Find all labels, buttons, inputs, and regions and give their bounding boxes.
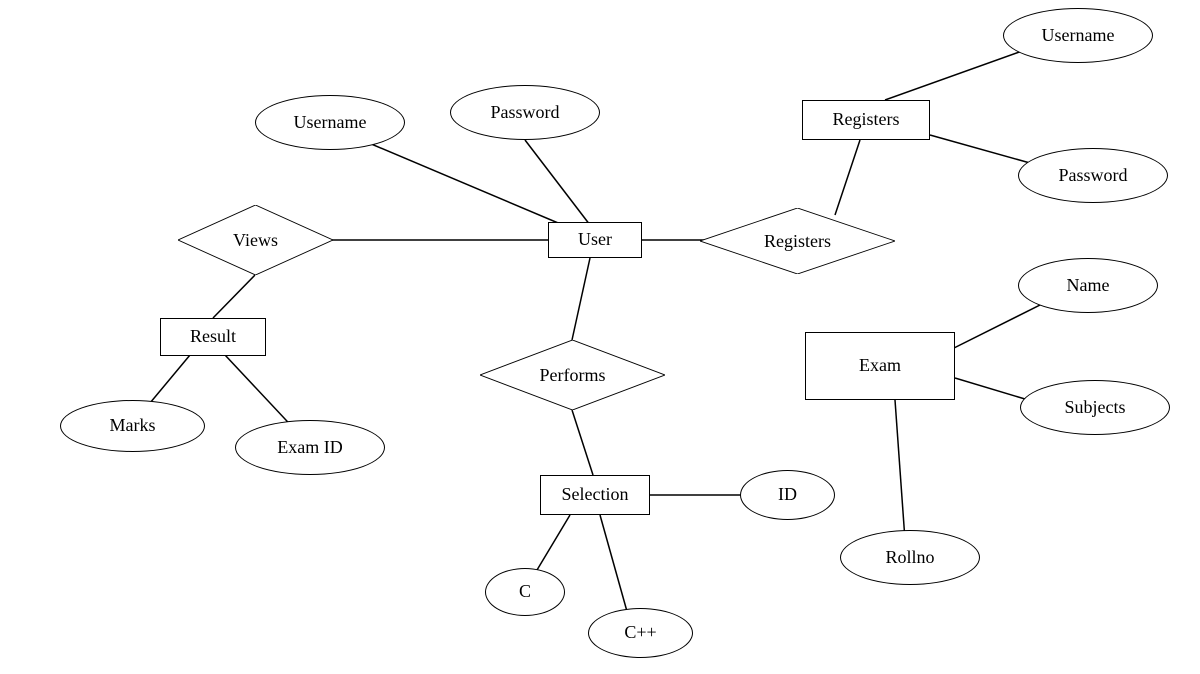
attr-registers-username-label: Username [1042, 26, 1115, 46]
entity-registers-label: Registers [833, 110, 900, 130]
relationship-performs-label: Performs [540, 365, 606, 386]
attr-registers-username: Username [1003, 8, 1153, 63]
attr-selection-c: C [485, 568, 565, 616]
entity-exam: Exam [805, 332, 955, 400]
entity-user-label: User [578, 230, 612, 250]
attr-exam-subjects: Subjects [1020, 380, 1170, 435]
attr-selection-cpp-label: C++ [624, 623, 656, 643]
relationship-views: Views [178, 205, 333, 275]
attr-result-marks: Marks [60, 400, 205, 452]
er-diagram: User Result Selection Exam Registers Vie… [0, 0, 1200, 674]
entity-registers: Registers [802, 100, 930, 140]
relationship-registers: Registers [700, 208, 895, 274]
attr-exam-rollno: Rollno [840, 530, 980, 585]
entity-selection-label: Selection [562, 485, 629, 505]
attr-exam-subjects-label: Subjects [1065, 398, 1126, 418]
entity-result: Result [160, 318, 266, 356]
attr-registers-password-label: Password [1058, 166, 1127, 186]
attr-result-examid: Exam ID [235, 420, 385, 475]
relationship-registers-label: Registers [764, 231, 831, 252]
entity-user: User [548, 222, 642, 258]
attr-result-marks-label: Marks [110, 416, 156, 436]
attr-registers-password: Password [1018, 148, 1168, 203]
entity-result-label: Result [190, 327, 236, 347]
attr-user-password: Password [450, 85, 600, 140]
attr-selection-id-label: ID [778, 485, 797, 505]
attr-exam-rollno-label: Rollno [885, 548, 934, 568]
relationship-views-label: Views [233, 230, 278, 251]
attr-selection-id: ID [740, 470, 835, 520]
attr-user-username-label: Username [294, 113, 367, 133]
attr-selection-c-label: C [519, 582, 531, 602]
attr-user-username: Username [255, 95, 405, 150]
entity-selection: Selection [540, 475, 650, 515]
attr-exam-name-label: Name [1067, 276, 1110, 296]
relationship-performs: Performs [480, 340, 665, 410]
attr-result-examid-label: Exam ID [277, 438, 342, 458]
attr-exam-name: Name [1018, 258, 1158, 313]
attr-user-password-label: Password [490, 103, 559, 123]
attr-selection-cpp: C++ [588, 608, 693, 658]
entity-exam-label: Exam [859, 356, 901, 376]
